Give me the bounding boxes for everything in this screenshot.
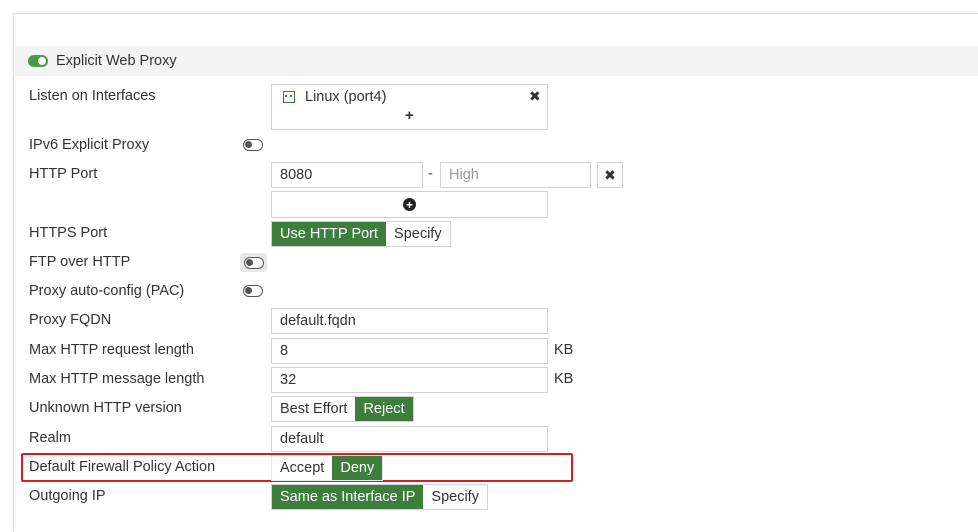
remove-port-button[interactable]: ✖ [597, 162, 623, 188]
add-interface-icon[interactable]: + [405, 107, 414, 124]
https-port-label: HTTPS Port [29, 225, 108, 241]
add-port-button[interactable]: + [271, 191, 548, 218]
realm-input[interactable]: default [271, 426, 548, 452]
firewall-action-selector: Accept Deny [271, 455, 384, 481]
remove-interface-icon[interactable]: ✖ [529, 88, 541, 105]
fqdn-label: Proxy FQDN [29, 312, 112, 328]
port-icon [283, 91, 295, 103]
max-message-unit: KB [554, 371, 574, 387]
fqdn-input[interactable]: default.fqdn [271, 308, 548, 334]
outgoing-specify-option[interactable]: Specify [423, 485, 487, 509]
ftp-toggle[interactable] [243, 256, 264, 269]
explicit-proxy-toggle[interactable] [28, 55, 48, 67]
ipv6-label: IPv6 Explicit Proxy [29, 137, 150, 153]
max-message-input[interactable]: 32 [271, 367, 548, 393]
listen-interfaces-label: Listen on Interfaces [29, 88, 156, 104]
reject-option[interactable]: Reject [355, 397, 413, 421]
https-port-selector: Use HTTP Port Specify [271, 221, 451, 247]
realm-label: Realm [29, 430, 71, 446]
http-port-high-input[interactable]: High [440, 162, 591, 188]
best-effort-option[interactable]: Best Effort [272, 397, 356, 421]
interface-name: Linux (port4) [305, 89, 387, 105]
https-use-http-port-option[interactable]: Use HTTP Port [272, 222, 387, 246]
max-message-label: Max HTTP message length [29, 371, 205, 387]
max-request-unit: KB [554, 342, 574, 358]
port-range-dash: - [428, 166, 433, 182]
http-port-label: HTTP Port [29, 166, 98, 182]
pac-label: Proxy auto-config (PAC) [29, 283, 185, 299]
deny-option[interactable]: Deny [332, 456, 383, 480]
ftp-toggle-focus [240, 253, 267, 272]
ipv6-toggle[interactable] [243, 139, 263, 151]
section-title: Explicit Web Proxy [56, 53, 177, 69]
section-header: Explicit Web Proxy [15, 46, 978, 76]
accept-option[interactable]: Accept [272, 456, 333, 480]
close-icon: ✖ [604, 166, 616, 183]
ftp-label: FTP over HTTP [29, 254, 131, 270]
firewall-action-label: Default Firewall Policy Action [29, 459, 216, 475]
unknown-version-selector: Best Effort Reject [271, 396, 414, 422]
interface-entry: Linux (port4) [283, 89, 386, 105]
http-port-low-input[interactable]: 8080 [271, 162, 423, 188]
plus-circle-icon: + [403, 198, 416, 211]
interfaces-box[interactable]: Linux (port4) ✖ + [271, 84, 548, 130]
outgoing-ip-selector: Same as Interface IP Specify [271, 484, 488, 510]
max-request-label: Max HTTP request length [29, 342, 194, 358]
max-request-input[interactable]: 8 [271, 338, 548, 364]
pac-toggle[interactable] [243, 285, 263, 297]
unknown-version-label: Unknown HTTP version [29, 400, 182, 416]
https-specify-option[interactable]: Specify [386, 222, 450, 246]
outgoing-ip-label: Outgoing IP [29, 488, 106, 504]
same-as-interface-option[interactable]: Same as Interface IP [272, 485, 424, 509]
